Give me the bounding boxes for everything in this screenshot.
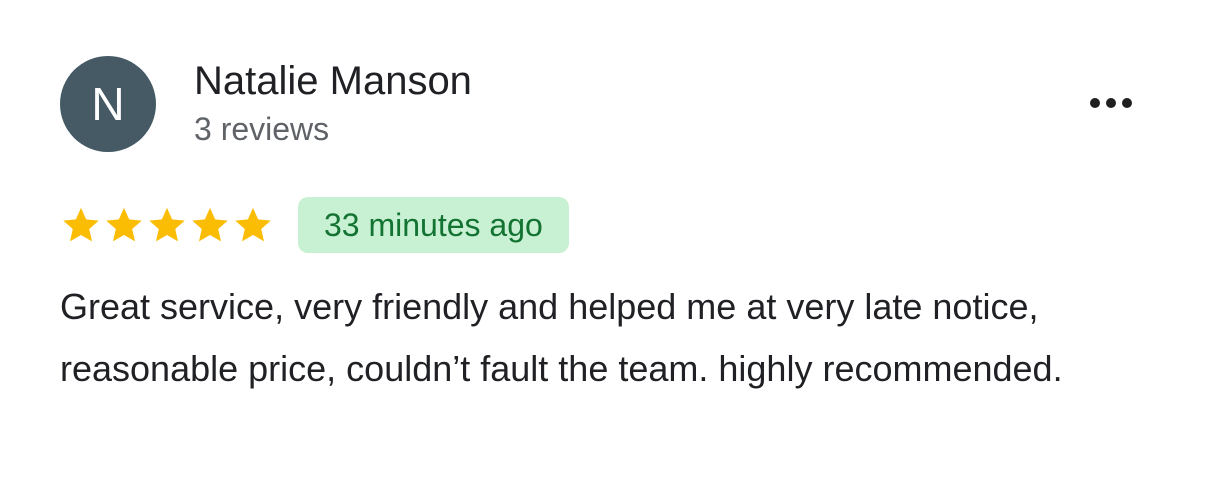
star-icon [106,207,142,242]
rating-row: 33 minutes ago [60,196,569,254]
review-text: Great service, very friendly and helped … [60,286,1063,389]
star-icon [192,207,228,242]
star-icon [63,207,99,242]
author-name[interactable]: Natalie Manson [194,58,472,104]
star-icon [235,207,271,242]
more-options-button[interactable] [1080,84,1142,122]
more-options-icon [1090,98,1100,108]
more-options-icon [1122,98,1132,108]
star-icon [149,207,185,242]
review-card: N Natalie Manson 3 reviews 33 minutes ag… [0,0,1206,490]
time-ago-text: 33 minutes ago [324,206,543,243]
author-review-count: 3 reviews [194,111,330,147]
more-options-icon [1106,98,1116,108]
avatar-letter: N [91,78,125,130]
time-ago-badge: 33 minutes ago [298,197,569,253]
star-rating [60,204,274,246]
avatar[interactable]: N [60,56,156,152]
